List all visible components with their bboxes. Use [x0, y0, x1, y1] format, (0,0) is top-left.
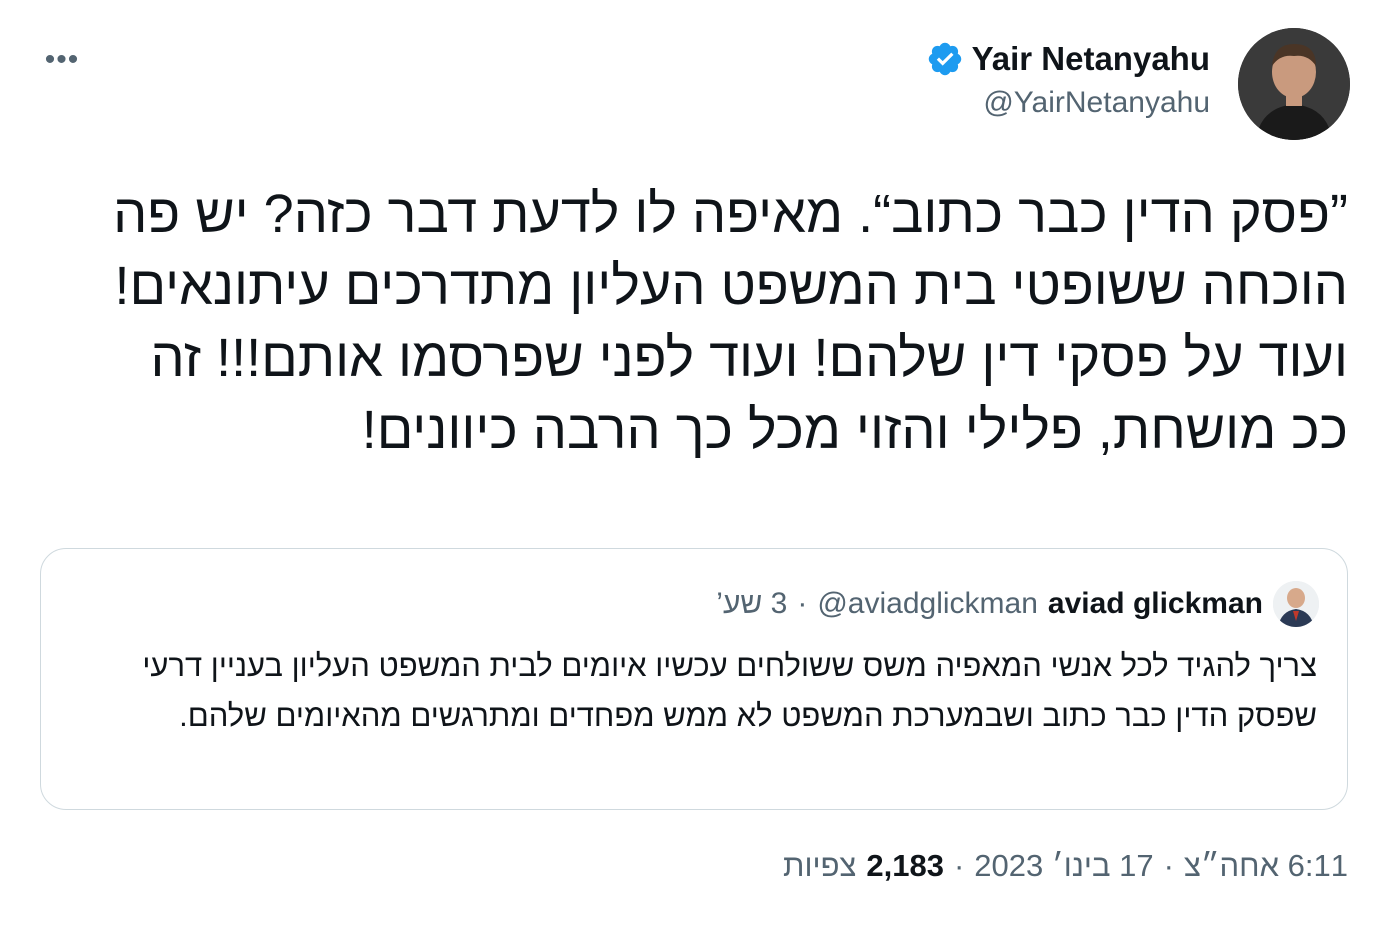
views-count: 2,183 [866, 848, 944, 883]
quoted-tweet-header: aviad glickman @aviadglickman · 3 שע’ [716, 581, 1319, 627]
avatar-image [1238, 28, 1350, 140]
tweet-text: ”פסק הדין כבר כתוב“. מאיפה לו לדעת דבר כ… [113, 184, 1348, 460]
quoted-author-handle: @aviadglickman [817, 587, 1038, 620]
author-handle[interactable]: @YairNetanyahu [926, 86, 1210, 120]
tweet-date[interactable]: 17 בינו׳ 2023 [974, 848, 1153, 884]
quoted-tweet-time: 3 שע’ [716, 587, 788, 620]
quoted-tweet-text: צריך להגיד לכל אנשי המאפיה משס ששולחים ע… [142, 648, 1317, 733]
tweet-meta: 6:11 אחה״צ · 17 בינו׳ 2023 · 2,183 צפיות [783, 848, 1348, 884]
more-options-button[interactable]: ••• [40, 42, 84, 78]
separator-dot: · [953, 848, 965, 883]
separator-dot: · [1163, 848, 1174, 883]
avatar-image [1273, 581, 1319, 627]
more-horizontal-icon: ••• [44, 43, 80, 76]
views-label: צפיות [783, 848, 857, 883]
tweet-time[interactable]: 6:11 אחה״צ [1184, 848, 1348, 884]
separator-dot: · [797, 587, 808, 620]
quoted-author-name: aviad glickman [1047, 587, 1263, 620]
quoted-author-avatar [1273, 581, 1319, 627]
author-name-row: Yair Netanyahu [926, 40, 1210, 78]
quoted-tweet[interactable]: aviad glickman @aviadglickman · 3 שע’ צר… [40, 548, 1348, 810]
verified-badge-icon [928, 42, 961, 76]
author-name[interactable]: Yair Netanyahu [972, 40, 1210, 78]
tweet: ••• Yair Netanyahu @YairNetanyahu ”פסק ה… [0, 0, 1400, 926]
author-block: Yair Netanyahu @YairNetanyahu [926, 40, 1210, 120]
author-avatar[interactable] [1238, 28, 1350, 140]
